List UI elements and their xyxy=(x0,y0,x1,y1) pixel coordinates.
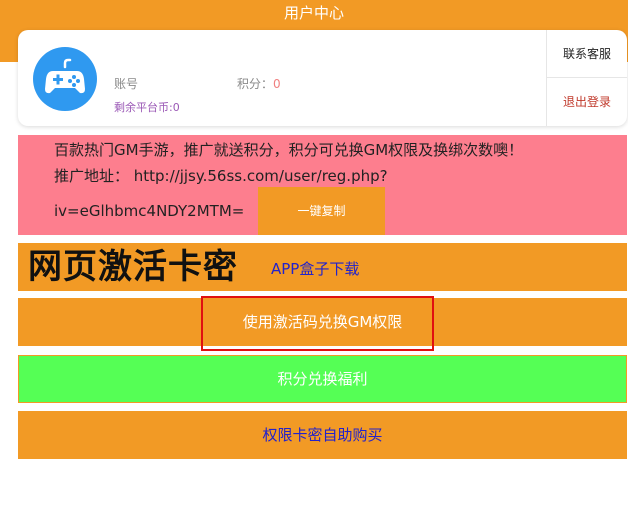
card-side-actions: 联系客服 退出登录 xyxy=(546,30,627,126)
promo-text: 百款热门GM手游，推广就送积分，积分可兑换GM权限及换绑次数噢！ xyxy=(54,141,524,159)
buy-card-button[interactable]: 权限卡密自助购买 xyxy=(18,411,627,459)
logout-button[interactable]: 退出登录 xyxy=(547,78,627,126)
page-title: 用户中心 xyxy=(283,4,344,22)
points-display: 积分：0 xyxy=(237,75,281,92)
activation-card-banner: 网页激活卡密 xyxy=(28,247,238,287)
account-label: 账号 xyxy=(114,77,139,91)
app-download-label: APP盒子下载 xyxy=(271,260,360,278)
activation-code-label: 使用激活码兑换GM权限 xyxy=(242,313,403,331)
promotion-panel: 百款热门GM手游，推广就送积分，积分可兑换GM权限及换绑次数噢！ 推广地址： h… xyxy=(18,135,627,235)
app-download-button[interactable]: 网页激活卡密 APP盒子下载 xyxy=(18,243,627,291)
activation-code-button[interactable]: 使用激活码兑换GM权限 xyxy=(18,298,627,346)
platform-coin-balance: 剩余平台币:0 xyxy=(114,101,180,114)
points-label: 积分： xyxy=(237,77,274,91)
buy-card-label: 权限卡密自助购买 xyxy=(262,426,383,444)
points-exchange-button[interactable]: 积分兑换福利 xyxy=(18,355,627,403)
user-info-card: 账号 剩余平台币:0 积分：0 联系客服 退出登录 xyxy=(18,30,627,126)
contact-support-button[interactable]: 联系客服 xyxy=(547,30,627,78)
promo-link-line2: iv=eGlhbmc4NDY2MTM= xyxy=(54,202,245,220)
promo-link-line1: 推广地址： http://jjsy.56ss.com/user/reg.php? xyxy=(54,167,388,185)
gamepad-icon xyxy=(45,58,85,94)
points-exchange-label: 积分兑换福利 xyxy=(277,370,368,388)
avatar xyxy=(33,47,97,111)
points-value: 0 xyxy=(273,77,281,91)
copy-link-button[interactable]: 一键复制 xyxy=(258,187,385,235)
